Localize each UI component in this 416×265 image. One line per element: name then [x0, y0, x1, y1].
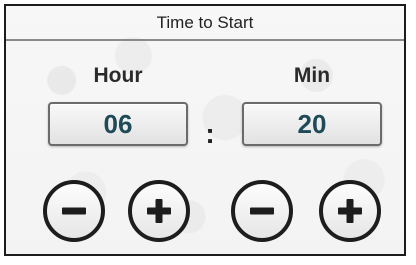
minute-increment-button[interactable] [319, 180, 381, 242]
time-to-start-panel: Time to Start Hour 06 : Min 20 [4, 4, 406, 256]
minute-decrement-button[interactable] [231, 180, 293, 242]
panel-title: Time to Start [6, 6, 404, 41]
minute-value-display[interactable]: 20 [242, 102, 382, 146]
plus-icon [144, 196, 174, 226]
hour-decrement-button[interactable] [43, 180, 105, 242]
minute-label: Min [293, 64, 331, 87]
hour-label: Hour [93, 64, 143, 87]
hour-value-display[interactable]: 06 [48, 102, 188, 146]
minus-icon [59, 196, 89, 226]
minus-icon [247, 196, 277, 226]
hour-increment-button[interactable] [128, 180, 190, 242]
time-separator: : [205, 118, 215, 149]
plus-icon [335, 196, 365, 226]
